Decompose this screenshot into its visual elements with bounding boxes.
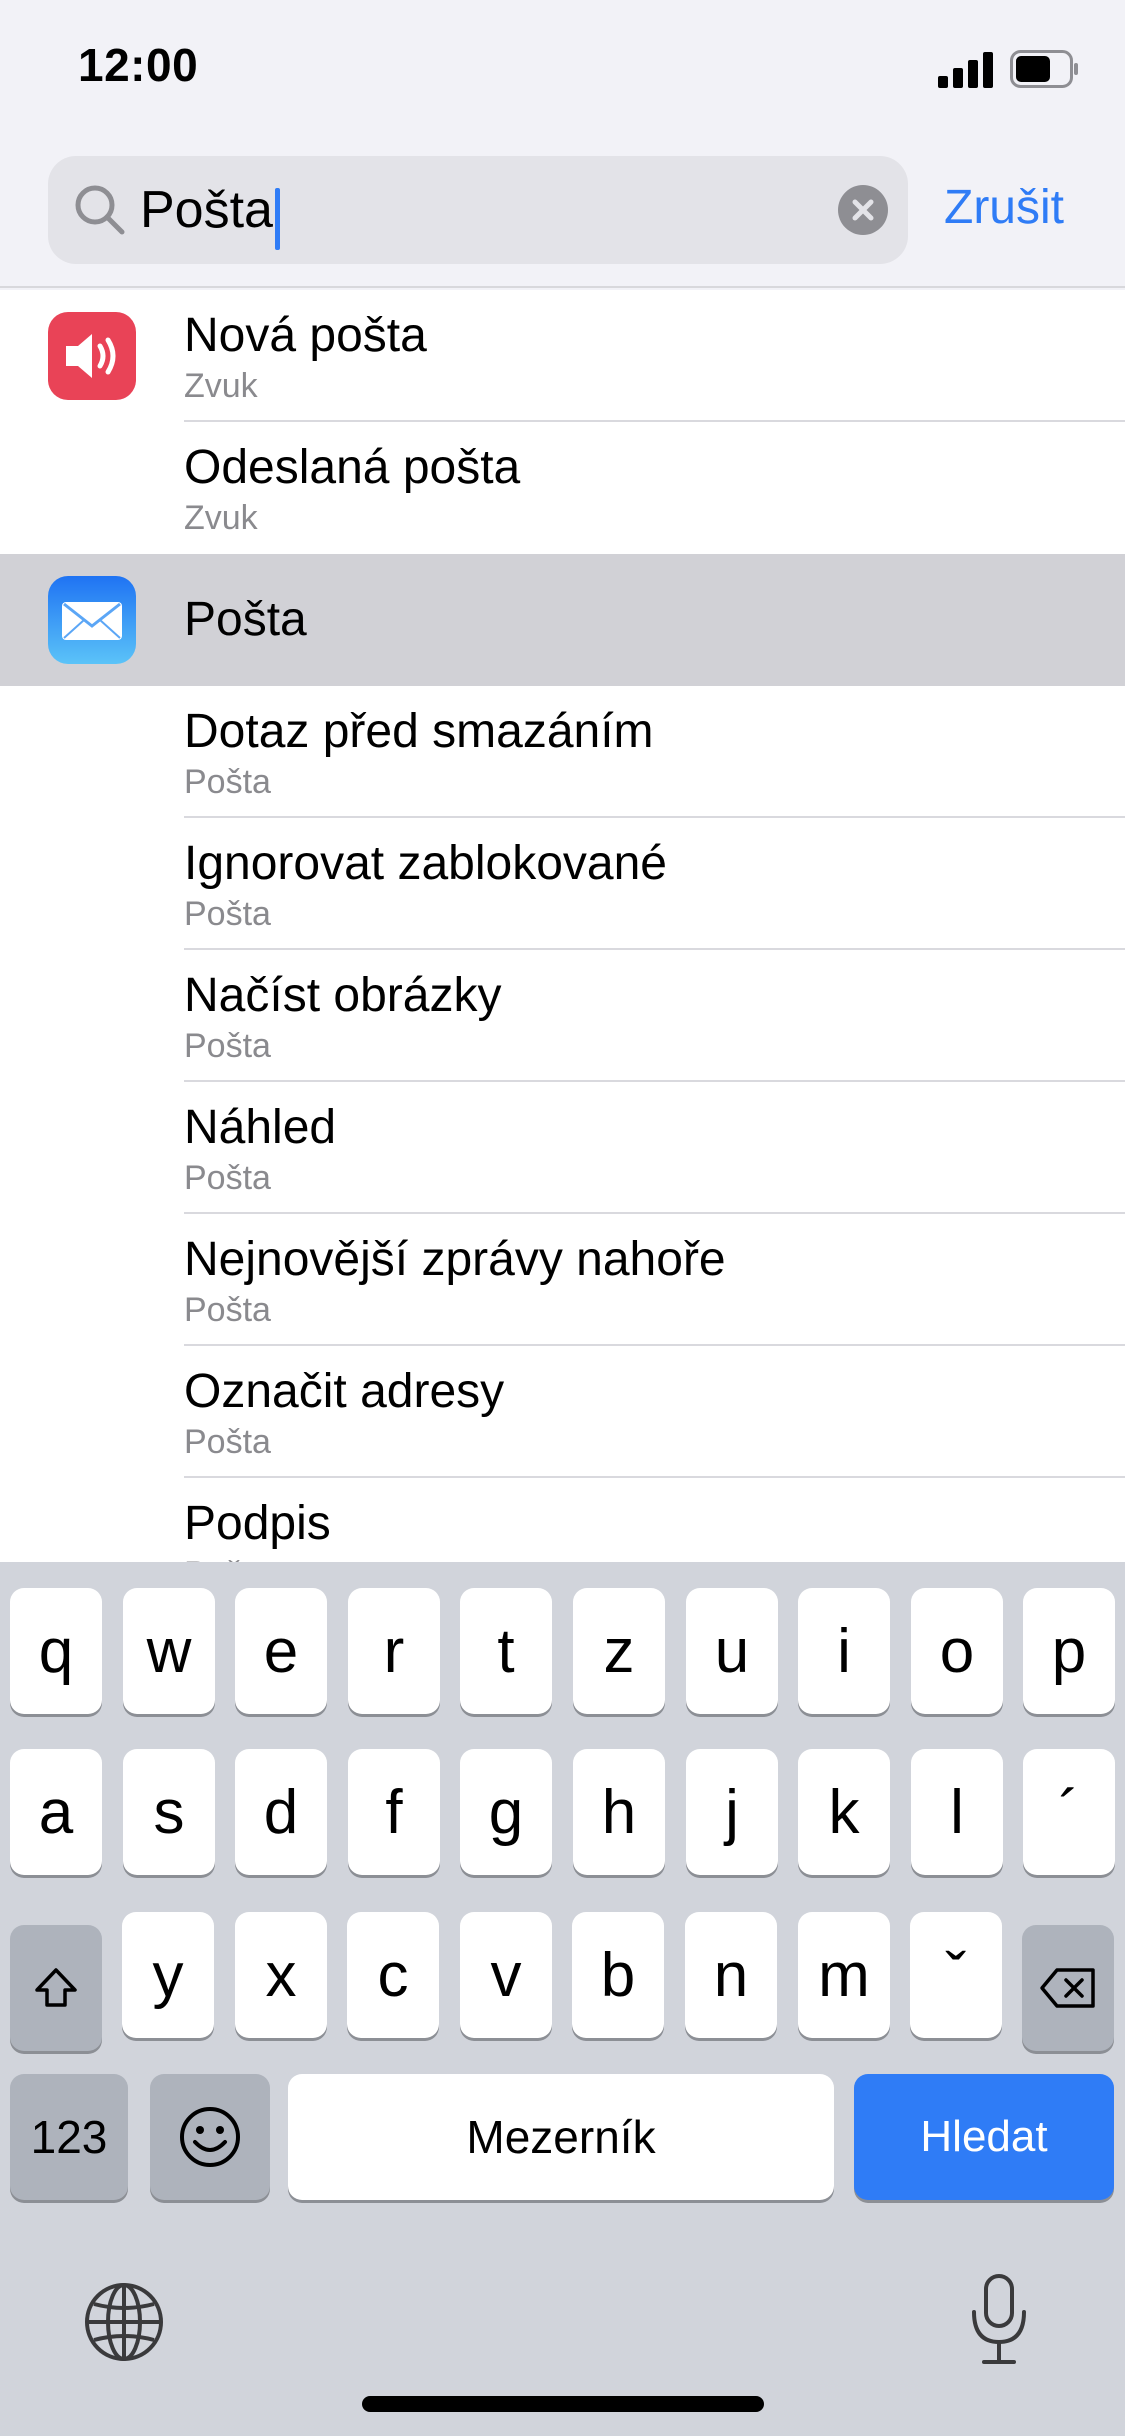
emoji-key[interactable] [150, 2074, 270, 2200]
result-subtitle: Zvuk [184, 499, 258, 537]
battery-icon [1010, 50, 1078, 88]
list-item[interactable]: Náhled Pošta [0, 1082, 1125, 1214]
shift-icon [35, 1968, 77, 2007]
result-subtitle: Pošta [184, 1291, 271, 1329]
result-title: Dotaz před smazáním [184, 705, 654, 758]
result-subtitle: Pošta [184, 763, 271, 801]
cellular-signal-icon [938, 52, 994, 88]
key-a[interactable]: a [10, 1749, 102, 1875]
result-title: Odeslaná pošta [184, 441, 521, 494]
result-subtitle: Pošta [184, 1423, 271, 1461]
numbers-key[interactable]: 123 [10, 2074, 128, 2200]
key-b[interactable]: b [572, 1912, 664, 2038]
result-subtitle: Pošta [184, 1027, 271, 1065]
clear-search-button[interactable] [838, 185, 888, 235]
key-h[interactable]: h [573, 1749, 665, 1875]
emoji-icon [180, 2107, 240, 2167]
key-p[interactable]: p [1023, 1588, 1115, 1714]
mail-icon [48, 576, 136, 664]
key-s[interactable]: s [123, 1749, 215, 1875]
key-z[interactable]: z [573, 1588, 665, 1714]
result-title: Nová pošta [184, 309, 427, 362]
space-key[interactable]: Mezerník [288, 2074, 834, 2200]
result-subtitle: Pošta [184, 1159, 271, 1197]
key-v[interactable]: v [460, 1912, 552, 2038]
key-g[interactable]: g [460, 1749, 552, 1875]
result-title: Náhled [184, 1101, 337, 1154]
backspace-icon [1040, 1968, 1095, 2008]
key-d[interactable]: d [235, 1749, 327, 1875]
globe-icon[interactable] [82, 2280, 166, 2364]
result-subtitle: Pošta [184, 895, 271, 933]
key-r[interactable]: r [348, 1588, 440, 1714]
speaker-icon [48, 312, 136, 400]
result-title: Načíst obrázky [184, 969, 502, 1022]
list-item[interactable]: Dotaz před smazáním Pošta [0, 686, 1125, 818]
key-w[interactable]: w [123, 1588, 215, 1714]
list-item[interactable]: Nejnovější zprávy nahoře Pošta [0, 1214, 1125, 1346]
status-bar: 12:00 [0, 0, 1125, 140]
search-key[interactable]: Hledat [854, 2074, 1114, 2200]
list-item-selected[interactable]: Pošta [0, 554, 1125, 686]
cancel-button[interactable]: Zrušit [944, 180, 1064, 235]
microphone-icon[interactable] [964, 2272, 1034, 2368]
result-subtitle: Pošta [184, 1554, 271, 1562]
key-y[interactable]: y [122, 1912, 214, 2038]
key-k[interactable]: k [798, 1749, 890, 1875]
result-title: Pošta [184, 593, 307, 646]
result-subtitle: Zvuk [184, 367, 258, 405]
list-item[interactable]: Ignorovat zablokované Pošta [0, 818, 1125, 950]
keyboard: 123 Mezerník Hledat q w e r t z u i o p a s d f g h j k l ´… [0, 1562, 1125, 2436]
list-item[interactable]: Odeslaná pošta Zvuk [0, 422, 1125, 554]
key-i[interactable]: i [798, 1588, 890, 1714]
result-title: Nejnovější zprávy nahoře [184, 1233, 726, 1286]
key-m[interactable]: m [798, 1912, 890, 2038]
search-field[interactable]: Pošta [48, 156, 908, 264]
list-item[interactable]: Nová pošta Zvuk [0, 290, 1125, 422]
search-icon [75, 185, 125, 235]
home-indicator [362, 2396, 764, 2412]
key-ˇ[interactable]: ˇ [910, 1912, 1002, 2038]
results-list: Nová pošta Zvuk Odeslaná pošta Zvuk Pošt… [0, 290, 1125, 1562]
search-header: Pošta Zrušit [0, 140, 1125, 288]
list-item[interactable]: Označit adresy Pošta [0, 1346, 1125, 1478]
shift-key[interactable] [10, 1925, 102, 2051]
key-t[interactable]: t [460, 1588, 552, 1714]
key-c[interactable]: c [347, 1912, 439, 2038]
key-´[interactable]: ´ [1023, 1749, 1115, 1875]
key-f[interactable]: f [348, 1749, 440, 1875]
key-u[interactable]: u [686, 1588, 778, 1714]
text-cursor [275, 188, 280, 250]
key-e[interactable]: e [235, 1588, 327, 1714]
result-title: Podpis [184, 1497, 331, 1550]
key-l[interactable]: l [911, 1749, 1003, 1875]
search-input[interactable]: Pošta [140, 180, 273, 240]
key-o[interactable]: o [911, 1588, 1003, 1714]
key-x[interactable]: x [235, 1912, 327, 2038]
result-title: Ignorovat zablokované [184, 837, 667, 890]
result-title: Označit adresy [184, 1365, 505, 1418]
key-j[interactable]: j [686, 1749, 778, 1875]
key-n[interactable]: n [685, 1912, 777, 2038]
status-time: 12:00 [78, 39, 199, 91]
list-item[interactable]: Načíst obrázky Pošta [0, 950, 1125, 1082]
delete-key[interactable] [1022, 1925, 1114, 2051]
clear-icon [852, 199, 874, 221]
list-item[interactable]: Podpis Pošta [0, 1478, 1125, 1562]
key-q[interactable]: q [10, 1588, 102, 1714]
